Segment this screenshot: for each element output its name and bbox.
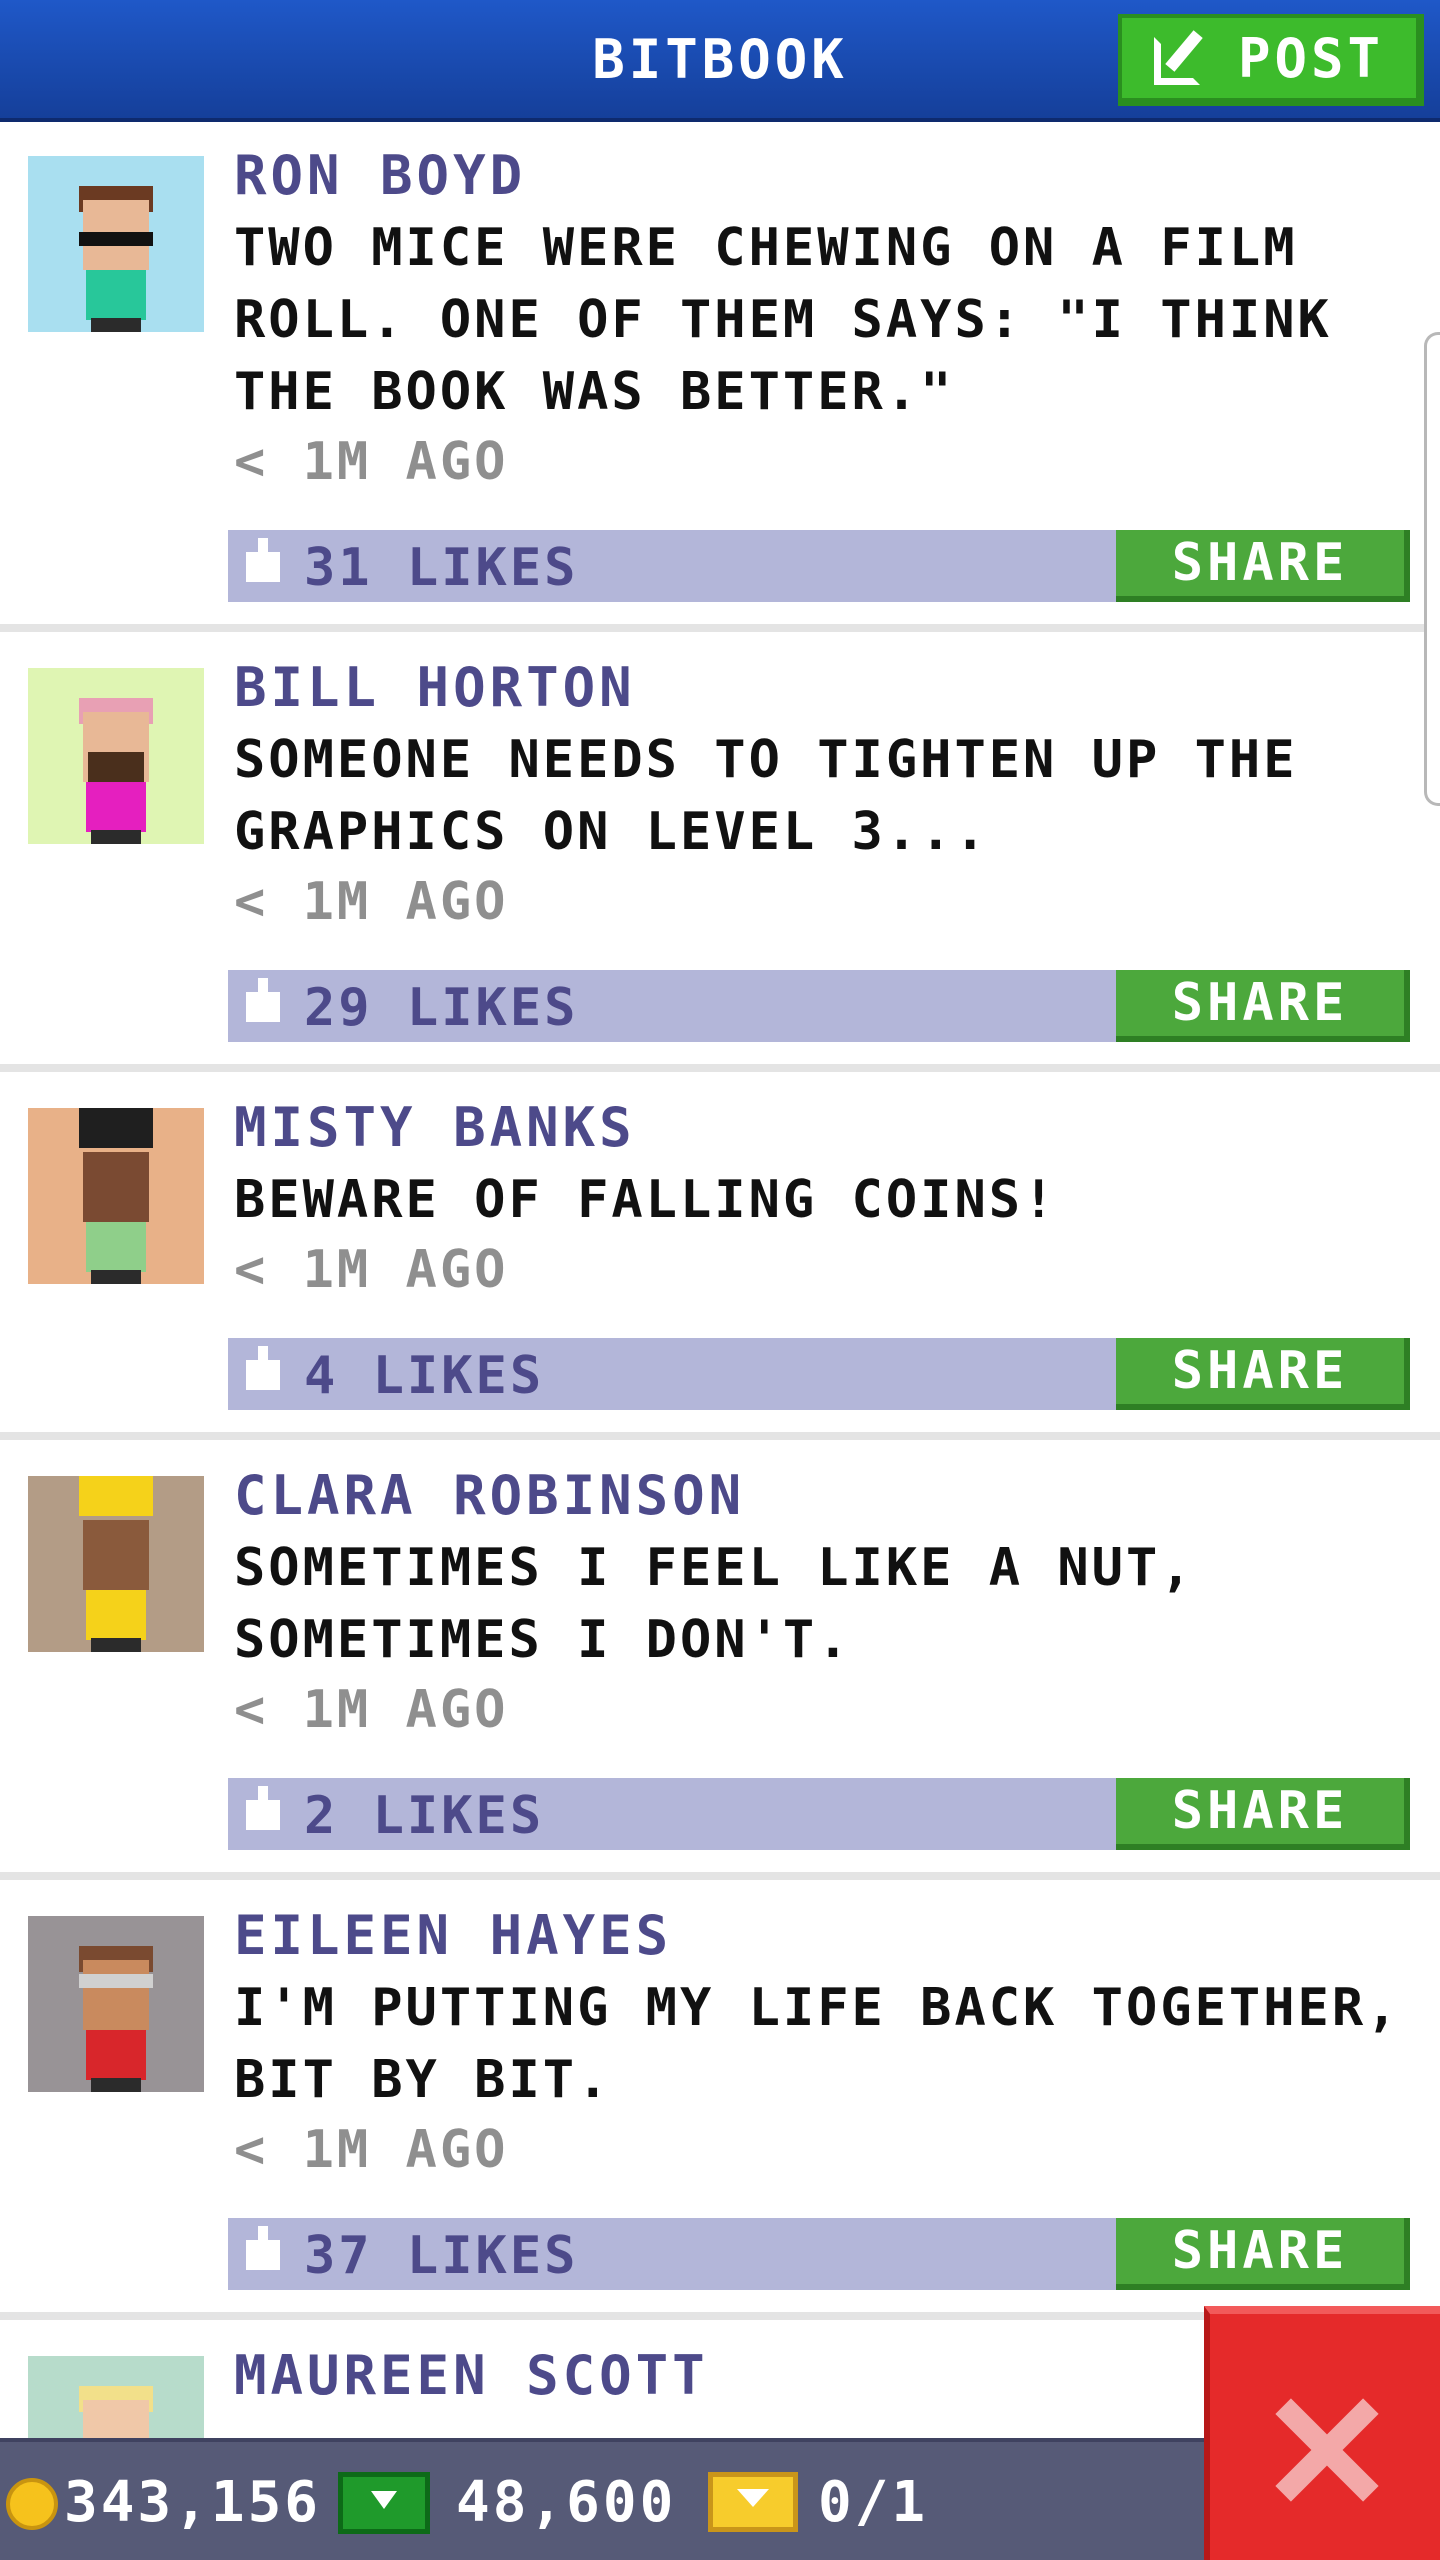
avatar — [28, 1476, 204, 1652]
likes-bar: 4 LIKES SHARE — [228, 1338, 1410, 1410]
thumbs-up-icon — [246, 2226, 280, 2270]
likes-count: 37 LIKES — [304, 2226, 579, 2286]
tickets-count: 0/1 — [818, 2470, 929, 2535]
post-author[interactable]: MISTY BANKS — [234, 1096, 636, 1159]
share-button[interactable]: SHARE — [1116, 1338, 1410, 1410]
post-author[interactable]: RON BOYD — [234, 144, 526, 207]
post-message: I'M PUTTING MY LIFE BACK TOGETHER, BIT B… — [234, 1978, 1401, 2110]
post-author[interactable]: EILEEN HAYES — [234, 1904, 672, 1967]
post-divider — [0, 624, 1440, 632]
bux-count: 48,600 — [456, 2470, 677, 2535]
close-icon — [1274, 2398, 1379, 2502]
compose-icon — [1153, 29, 1212, 87]
share-button[interactable]: SHARE — [1116, 970, 1410, 1042]
coin-icon — [6, 2478, 58, 2530]
coins-count: 343,156 — [64, 2470, 322, 2535]
post-divider — [0, 1432, 1440, 1440]
post-button-label: POST — [1237, 26, 1385, 90]
likes-bar: 31 LIKES SHARE — [228, 530, 1410, 602]
likes-count: 31 LIKES — [304, 538, 579, 598]
likes-count: 4 LIKES — [304, 1346, 545, 1406]
close-button[interactable] — [1204, 2306, 1440, 2560]
post-time: < 1M AGO — [234, 1240, 509, 1300]
post-time: < 1M AGO — [234, 432, 509, 492]
likes-bar: 29 LIKES SHARE — [228, 970, 1410, 1042]
avatar — [28, 1108, 204, 1284]
share-button[interactable]: SHARE — [1116, 530, 1410, 602]
post-author[interactable]: CLARA ROBINSON — [234, 1464, 745, 1527]
post-message: BEWARE OF FALLING COINS! — [234, 1170, 1058, 1230]
app-header: BITBOOK POST — [0, 0, 1440, 122]
thumbs-up-icon — [246, 538, 280, 582]
share-button[interactable]: SHARE — [1116, 1778, 1410, 1850]
bux-icon — [338, 2472, 430, 2534]
thumbs-up-icon — [246, 978, 280, 1022]
share-button[interactable]: SHARE — [1116, 2218, 1410, 2290]
thumbs-up-icon — [246, 1346, 280, 1390]
post-message: SOMEONE NEEDS TO TIGHTEN UP THE GRAPHICS… — [234, 730, 1298, 862]
ticket-icon — [708, 2472, 798, 2532]
likes-bar: 37 LIKES SHARE — [228, 2218, 1410, 2290]
post-author[interactable]: MAUREEN SCOTT — [234, 2344, 709, 2407]
avatar — [28, 668, 204, 844]
post-button[interactable]: POST — [1118, 14, 1424, 106]
thumbs-up-icon — [246, 1786, 280, 1830]
post-time: < 1M AGO — [234, 1680, 509, 1740]
post-time: < 1M AGO — [234, 2120, 509, 2180]
likes-bar: 2 LIKES SHARE — [228, 1778, 1410, 1850]
post-divider — [0, 1872, 1440, 1880]
likes-count: 2 LIKES — [304, 1786, 545, 1846]
post-message: SOMETIMES I FEEL LIKE A NUT, SOMETIMES I… — [234, 1538, 1195, 1670]
scroll-handle[interactable] — [1424, 332, 1440, 806]
avatar — [28, 156, 204, 332]
post-author[interactable]: BILL HORTON — [234, 656, 636, 719]
post-time: < 1M AGO — [234, 872, 509, 932]
post-divider — [0, 1064, 1440, 1072]
avatar — [28, 1916, 204, 2092]
likes-count: 29 LIKES — [304, 978, 579, 1038]
post-message: TWO MICE WERE CHEWING ON A FILM ROLL. ON… — [234, 218, 1332, 422]
